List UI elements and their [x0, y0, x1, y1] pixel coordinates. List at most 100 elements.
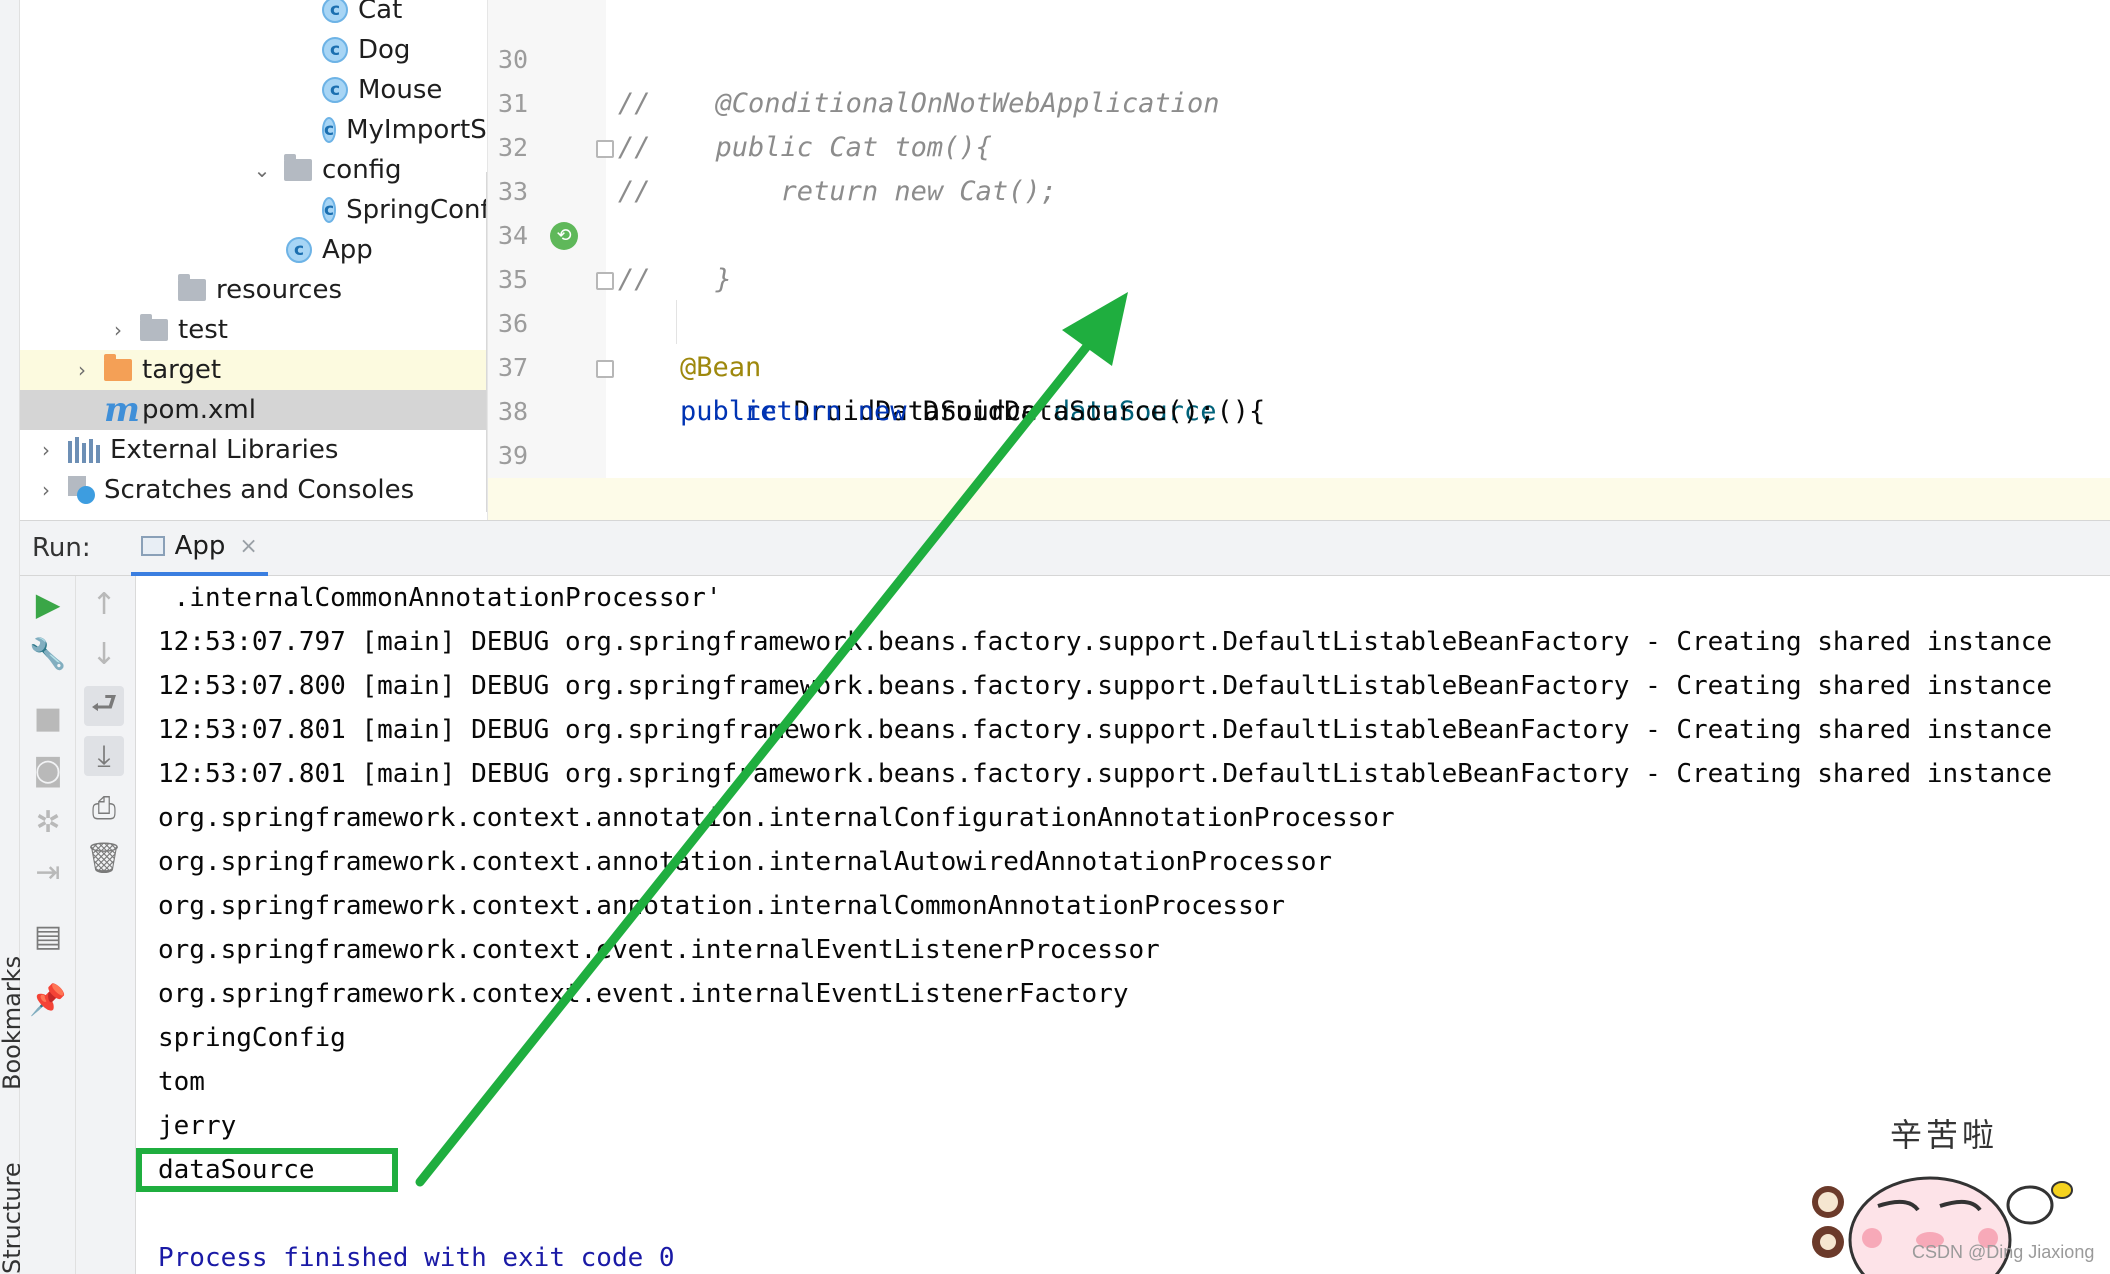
maven-icon: m — [104, 390, 140, 430]
tree-item-label: Dog — [358, 35, 411, 65]
console-line: org.springframework.context.annotation.i… — [158, 803, 1395, 833]
class-icon: c — [322, 117, 337, 143]
console-line: jerry — [158, 1111, 237, 1141]
tree-item-pom-xml[interactable]: m pom.xml — [20, 390, 487, 430]
tree-item-label: Cat — [358, 0, 403, 25]
code-line: 35 ⟲ @Bean — [488, 214, 2110, 383]
restore-layout-icon[interactable]: ⇥ — [28, 852, 68, 892]
run-tab-app[interactable]: App × — [130, 520, 268, 576]
run-tab-label: App — [174, 531, 226, 561]
tree-item-label: target — [142, 355, 222, 385]
soft-wrap-icon[interactable]: ⮐ — [84, 686, 124, 726]
project-tree: c Cat c Dog c Mouse c MyImportSe ⌄ confi… — [20, 0, 488, 520]
chevron-down-icon[interactable]: ⌄ — [250, 158, 274, 182]
code-line: 33 // } — [488, 126, 2110, 295]
pin-icon[interactable]: 📌 — [28, 980, 68, 1020]
libraries-icon — [68, 437, 100, 463]
annotation-highlight-box — [136, 1148, 398, 1192]
class-icon: c — [322, 37, 348, 63]
spring-bean-icon[interactable]: ⟲ — [550, 222, 578, 250]
tree-item-cat[interactable]: c Cat — [20, 0, 487, 30]
wrench-icon[interactable]: 🔧 — [28, 634, 68, 674]
left-tool-strip: Bookmarks Structure — [0, 0, 26, 1274]
tree-item-label: resources — [216, 275, 343, 305]
tree-item-app[interactable]: c App — [20, 230, 487, 270]
tree-item-scratches[interactable]: › Scratches and Consoles — [20, 470, 487, 510]
console-line: 12:53:07.800 [main] DEBUG org.springfram… — [158, 671, 2053, 701]
trash-icon[interactable]: 🗑 — [84, 838, 124, 878]
chevron-right-icon[interactable]: › — [70, 358, 94, 382]
run-toolbar-primary: ▶ 🔧 ■ ◙ ✲ ⇥ ▤ 📌 — [20, 576, 76, 1274]
tree-item-label: SpringConf — [346, 195, 488, 225]
code-line: 37 return new DruidDataSource(); — [488, 302, 2110, 427]
close-icon[interactable]: × — [239, 534, 257, 559]
tree-item-test[interactable]: › test — [20, 310, 487, 350]
console-line: org.springframework.context.annotation.i… — [158, 891, 1286, 921]
tree-item-label: External Libraries — [110, 435, 339, 465]
code-line: 40 } — [488, 434, 2110, 514]
excluded-folder-icon — [104, 354, 132, 381]
rerun-icon[interactable]: ▶ — [28, 584, 68, 624]
package-icon — [284, 154, 312, 181]
tree-item-config[interactable]: ⌄ config — [20, 150, 487, 190]
scratches-icon — [68, 476, 96, 504]
arrow-up-icon[interactable]: ↑ — [84, 584, 124, 624]
resources-folder-icon — [178, 274, 206, 301]
tree-item-label: Mouse — [358, 75, 443, 105]
run-label: Run: — [32, 533, 91, 563]
run-toolbar-secondary: ↑ ↓ ⮐ ⤓ ⎙ 🗑 — [76, 576, 136, 1274]
chevron-right-icon[interactable]: › — [34, 478, 58, 502]
console-line: 12:53:07.797 [main] DEBUG org.springfram… — [158, 627, 2053, 657]
stop-icon[interactable]: ■ — [28, 698, 68, 738]
chevron-right-icon[interactable]: › — [34, 438, 58, 462]
chevron-right-icon[interactable]: › — [106, 318, 130, 342]
console-line: 12:53:07.801 [main] DEBUG org.springfram… — [158, 759, 2053, 789]
console-line: .internalCommonAnnotationProcessor' — [158, 583, 722, 613]
tree-item-external-libraries[interactable]: › External Libraries — [20, 430, 487, 470]
tree-item-label: Scratches and Consoles — [104, 475, 415, 505]
console-line: springConfig — [158, 1023, 346, 1053]
tree-item-myimportselector[interactable]: c MyImportSe — [20, 110, 488, 150]
code-line-current: 41 — [488, 478, 2110, 520]
class-icon: c — [322, 77, 348, 103]
layout-icon[interactable]: ▤ — [28, 916, 68, 956]
runnable-class-icon: c — [286, 237, 312, 263]
tree-item-dog[interactable]: c Dog — [20, 30, 487, 70]
tree-item-label: pom.xml — [142, 395, 256, 425]
print-icon[interactable]: ⎙ — [84, 788, 124, 828]
code-line: 30 // @ConditionalOnNotWebApplication — [488, 0, 2110, 119]
code-line: 31 // public Cat tom(){ — [488, 38, 2110, 163]
console-icon — [140, 536, 165, 556]
scroll-to-end-icon[interactable]: ⤓ — [84, 736, 124, 776]
class-icon: c — [322, 197, 337, 223]
console-line: 12:53:07.801 [main] DEBUG org.springfram… — [158, 715, 2053, 745]
debug-bug-icon[interactable]: ✲ — [28, 802, 68, 842]
code-line: 34 — [488, 170, 2110, 250]
code-line: 39 — [488, 390, 2110, 470]
code-editor[interactable]: 30 // @ConditionalOnNotWebApplication 31… — [488, 0, 2110, 520]
fold-marker-icon[interactable] — [596, 360, 614, 378]
tree-item-springconfig[interactable]: c SpringConf — [20, 190, 488, 230]
folder-icon — [140, 314, 168, 341]
tree-item-target[interactable]: › target — [20, 350, 487, 390]
process-finished-message: Process finished with exit code 0 — [158, 1243, 675, 1273]
fold-marker-icon[interactable] — [596, 140, 614, 158]
tree-item-mouse[interactable]: c Mouse — [20, 70, 487, 110]
console-line: org.springframework.context.event.intern… — [158, 935, 1160, 965]
tree-item-label: config — [322, 155, 402, 185]
code-line: 36 public DruidDataSource dataSource(){ — [488, 258, 2110, 427]
console-line: org.springframework.context.annotation.i… — [158, 847, 1332, 877]
tree-item-resources[interactable]: resources — [20, 270, 487, 310]
watermark: CSDN @Ding Jiaxiong — [1912, 1242, 2095, 1262]
arrow-down-icon[interactable]: ↓ — [84, 634, 124, 674]
tree-item-label: test — [178, 315, 228, 345]
tree-item-label: MyImportSe — [346, 115, 488, 145]
run-panel-header: Run: App × — [20, 520, 2110, 576]
console-line: tom — [158, 1067, 205, 1097]
fold-marker-icon[interactable] — [596, 272, 614, 290]
camera-icon[interactable]: ◙ — [28, 750, 68, 790]
console-line: org.springframework.context.event.intern… — [158, 979, 1129, 1009]
code-line: 32 // return new Cat(); — [488, 82, 2110, 207]
tree-item-label: App — [322, 235, 373, 265]
code-line: 38 } — [488, 346, 2110, 515]
